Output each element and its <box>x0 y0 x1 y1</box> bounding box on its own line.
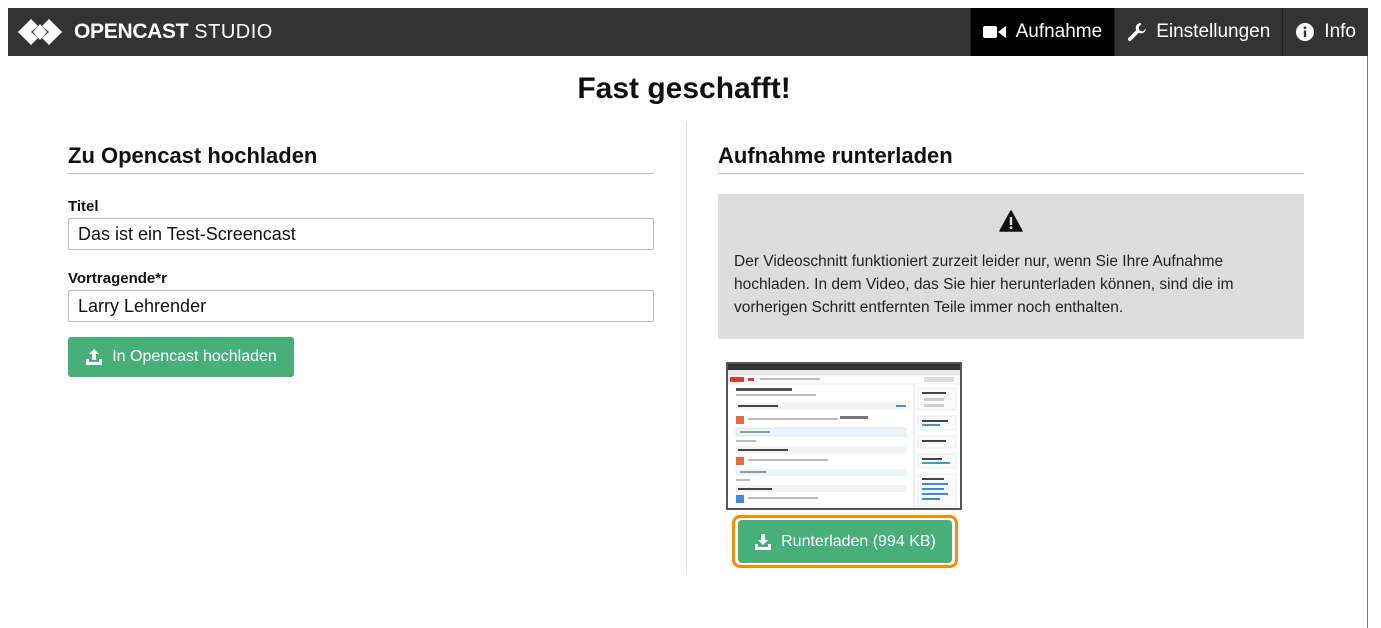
download-button-label: Runterladen (994 KB) <box>781 532 936 550</box>
warning-triangle-icon <box>734 210 1288 232</box>
upload-button[interactable]: In Opencast hochladen <box>68 337 294 377</box>
download-heading: Aufnahme runterladen <box>718 143 1304 174</box>
nav-item-info[interactable]: Info <box>1282 8 1368 56</box>
video-camera-icon <box>982 25 1007 39</box>
presenter-input[interactable] <box>68 290 654 322</box>
title-label: Titel <box>68 198 99 215</box>
nav-item-label: Info <box>1324 21 1356 42</box>
main-nav: Aufnahme Einstellungen Info <box>969 8 1368 56</box>
page-title: Fast geschafft! <box>577 72 791 105</box>
opencast-logo-icon <box>18 19 62 45</box>
download-button[interactable]: Runterladen (994 KB) <box>738 520 952 563</box>
window-edge <box>1367 56 1368 628</box>
nav-item-label: Einstellungen <box>1156 21 1271 42</box>
download-icon <box>754 533 772 551</box>
warning-box: Der Videoschnitt funktioniert zurzeit le… <box>718 194 1304 339</box>
upload-button-label: In Opencast hochladen <box>112 348 277 365</box>
wrench-icon <box>1127 22 1147 42</box>
video-preview-thumbnail <box>726 362 962 510</box>
nav-item-label: Aufnahme <box>1015 21 1103 42</box>
nav-item-einstellungen[interactable]: Einstellungen <box>1114 8 1282 56</box>
title-input[interactable] <box>68 218 654 250</box>
upload-icon <box>85 348 103 366</box>
upload-heading: Zu Opencast hochladen <box>68 143 654 174</box>
top-navigation-bar: OPENCAST STUDIO Aufnahme Einstellungen I… <box>8 8 1368 56</box>
info-circle-icon <box>1295 22 1315 42</box>
brand-subtitle: STUDIO <box>194 20 273 43</box>
warning-text: Der Videoschnitt funktioniert zurzeit le… <box>734 253 1234 316</box>
column-divider <box>686 122 687 572</box>
presenter-label: Vortragende*r <box>68 270 167 287</box>
brand-logo[interactable]: OPENCAST STUDIO <box>8 8 273 56</box>
nav-item-aufnahme[interactable]: Aufnahme <box>969 8 1115 56</box>
brand-name: OPENCAST <box>74 20 189 43</box>
